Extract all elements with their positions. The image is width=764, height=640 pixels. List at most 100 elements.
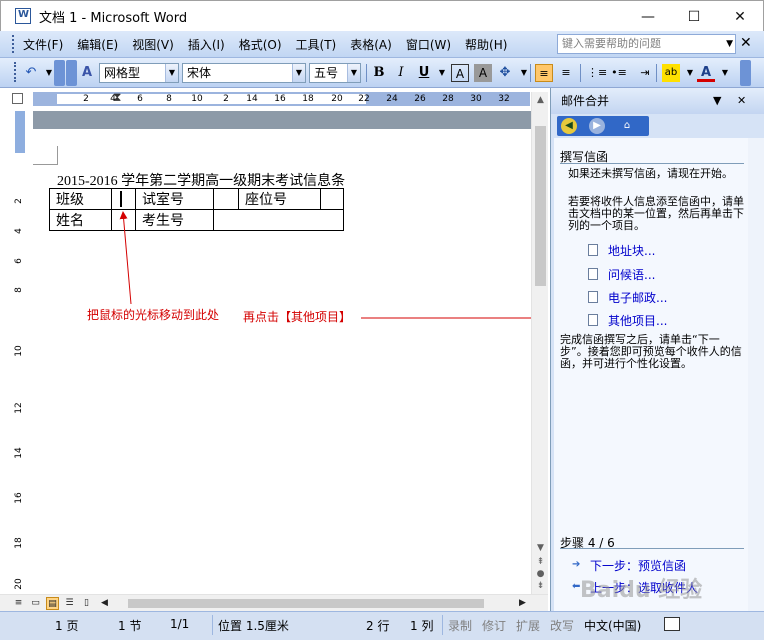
highlight-icon[interactable]: ab [662, 64, 680, 82]
underline-button[interactable]: U [415, 64, 433, 82]
ruler-tick: 10 [191, 94, 203, 104]
vruler-tick: 16 [14, 492, 24, 504]
minimize-button[interactable]: — [625, 1, 671, 32]
status-track-changes[interactable]: 修订 [482, 617, 506, 634]
status-column: 1 列 [410, 619, 434, 633]
vruler-tick: 10 [14, 345, 24, 357]
greeting-line-link[interactable]: 问候语... [608, 266, 655, 283]
chevron-down-icon[interactable]: ▼ [165, 64, 178, 82]
font-value: 宋体 [187, 66, 212, 80]
align-distribute-icon[interactable]: ≡ [557, 64, 575, 82]
menu-window[interactable]: 窗口(W) [400, 36, 457, 53]
vertical-ruler[interactable]: 2 4 6 8 10 12 14 16 18 20 [12, 111, 26, 590]
back-icon[interactable]: ◀ [561, 118, 577, 134]
toolbar-separator [580, 64, 581, 82]
menu-edit[interactable]: 编辑(E) [71, 36, 124, 53]
chevron-down-icon[interactable]: ▼ [292, 64, 305, 82]
document-canvas[interactable]: 2015-2016 学年第二学期高一级期末考试信息条 班级 试室号 座位号 姓名… [33, 111, 531, 593]
menu-help[interactable]: 帮助(H) [459, 36, 513, 53]
text-effect-icon[interactable]: ✥ [496, 64, 514, 82]
scroll-up-icon[interactable]: ▲ [532, 92, 549, 109]
spelling-check-icon[interactable] [664, 617, 680, 631]
bullet-list-icon[interactable]: •≡ [610, 64, 628, 82]
ruler-tick: 2 [83, 94, 89, 104]
web-view-icon[interactable]: ▭ [29, 597, 42, 610]
pane-scrollbar[interactable] [748, 138, 764, 611]
char-border-button[interactable]: A [451, 64, 469, 82]
normal-view-icon[interactable]: ≡ [12, 597, 25, 610]
toolbar-separator [656, 64, 657, 82]
font-select[interactable]: 宋体 ▼ [182, 63, 306, 83]
font-size-select[interactable]: 五号 ▼ [309, 63, 361, 83]
formatting-toolbar: ↶ ▼ A 网格型 ▼ 宋体 ▼ 五号 ▼ B I U ▼ A A ✥ ▼ ≡ … [0, 58, 764, 88]
font-color-dropdown-icon[interactable]: ▼ [716, 64, 734, 82]
maximize-button[interactable]: ☐ [671, 1, 717, 32]
scroll-left-icon[interactable]: ◀ [98, 597, 111, 610]
horizontal-ruler[interactable]: 2 4 6 8 10 2 14 16 18 20 22 24 26 28 30 … [33, 90, 530, 106]
toolbar-options-icon[interactable] [740, 60, 751, 86]
menu-grip[interactable] [12, 35, 15, 53]
status-language[interactable]: 中文(中国) [584, 617, 641, 634]
indent-icon[interactable]: ⇥ [636, 64, 654, 82]
annotation-arrows [119, 211, 531, 319]
indent-marker-icon[interactable]: ⧗ [113, 90, 121, 105]
style-value: 网格型 [104, 66, 141, 80]
print-view-icon[interactable]: ▤ [46, 597, 59, 610]
document-vscrollbar[interactable]: ▲ ▼ ⇞ ● ⇟ [531, 92, 548, 595]
tab-selector-icon[interactable] [12, 93, 23, 104]
reading-view-icon[interactable]: ▯ [80, 597, 93, 610]
numbered-list-icon[interactable]: ⋮≡ [587, 64, 607, 82]
electronic-postage-link[interactable]: 电子邮政... [608, 289, 667, 306]
pane-menu-icon[interactable]: ▼ [713, 88, 721, 114]
arrow-to-cursor [119, 211, 132, 305]
hscroll-thumb[interactable] [128, 599, 484, 608]
forward-icon[interactable]: ▶ [589, 118, 605, 134]
pane-close-icon[interactable]: ✕ [737, 88, 746, 114]
align-justify-icon[interactable]: ≡ [535, 64, 553, 82]
home-icon[interactable]: ⌂ [619, 118, 635, 134]
next-page-icon[interactable]: ⇟ [532, 578, 549, 595]
chevron-down-icon[interactable]: ▼ [726, 35, 733, 53]
menu-format[interactable]: 格式(O) [233, 36, 288, 53]
font-color-button[interactable]: A [697, 64, 715, 82]
outline-view-icon[interactable]: ☰ [63, 597, 76, 610]
style-select[interactable]: 网格型 ▼ [99, 63, 179, 83]
document-close-icon[interactable]: ✕ [740, 35, 752, 51]
toolbar-options-icon[interactable] [54, 60, 65, 86]
italic-button[interactable]: I [392, 64, 410, 82]
status-overtype[interactable]: 改写 [550, 617, 574, 634]
toolbar-grip[interactable] [14, 62, 17, 82]
undo-icon[interactable]: ↶ [22, 64, 40, 82]
cursor-hint-annotation: 把鼠标的光标移动到此处 [87, 308, 220, 322]
document-hscrollbar[interactable]: ≡ ▭ ▤ ☰ ▯ ◀ ▶ [0, 594, 548, 611]
address-block-icon [588, 244, 598, 256]
status-extend[interactable]: 扩展 [516, 617, 540, 634]
help-search-input[interactable]: 键入需要帮助的问题 ▼ [557, 34, 736, 54]
menu-tools[interactable]: 工具(T) [290, 36, 343, 53]
status-line: 2 行 [366, 619, 390, 633]
mail-merge-pane: 邮件合并 ▼ ✕ ◀ ▶ ⌂ 撰写信函 如果还未撰写信函，请现在开始。 若要将收… [550, 88, 764, 611]
chevron-down-icon[interactable]: ▼ [347, 64, 360, 82]
bold-button[interactable]: B [370, 64, 388, 82]
scroll-right-icon[interactable]: ▶ [516, 597, 529, 610]
ruler-tick: 8 [166, 94, 172, 104]
toolbar-grip-2[interactable] [66, 60, 77, 86]
address-block-link[interactable]: 地址块... [608, 242, 655, 259]
scroll-thumb[interactable] [535, 126, 546, 286]
status-bar: 1 页 1 节 1/1 位置 1.5厘米 2 行 1 列 录制 修订 扩展 改写… [0, 611, 764, 640]
menu-file[interactable]: 文件(F) [17, 36, 69, 53]
menu-table[interactable]: 表格(A) [344, 36, 398, 53]
char-shading-button[interactable]: A [474, 64, 492, 82]
ruler-tick: 14 [246, 94, 258, 104]
menu-view[interactable]: 视图(V) [126, 36, 180, 53]
close-button[interactable]: ✕ [717, 1, 763, 32]
status-position: 位置 1.5厘米 [218, 619, 289, 633]
word-app-icon[interactable] [15, 8, 31, 24]
status-record[interactable]: 录制 [448, 617, 472, 634]
styles-pane-icon[interactable]: A [78, 64, 96, 82]
more-items-link[interactable]: 其他项目... [608, 312, 667, 329]
vruler-tick: 20 [14, 578, 24, 590]
menu-insert[interactable]: 插入(I) [182, 36, 231, 53]
underline-dropdown-icon[interactable]: ▼ [433, 64, 451, 82]
intro-text-2: 若要将收件人信息添至信函中，请单击文档中的某一位置，然后再单击下列的一个项目。 [568, 195, 744, 232]
